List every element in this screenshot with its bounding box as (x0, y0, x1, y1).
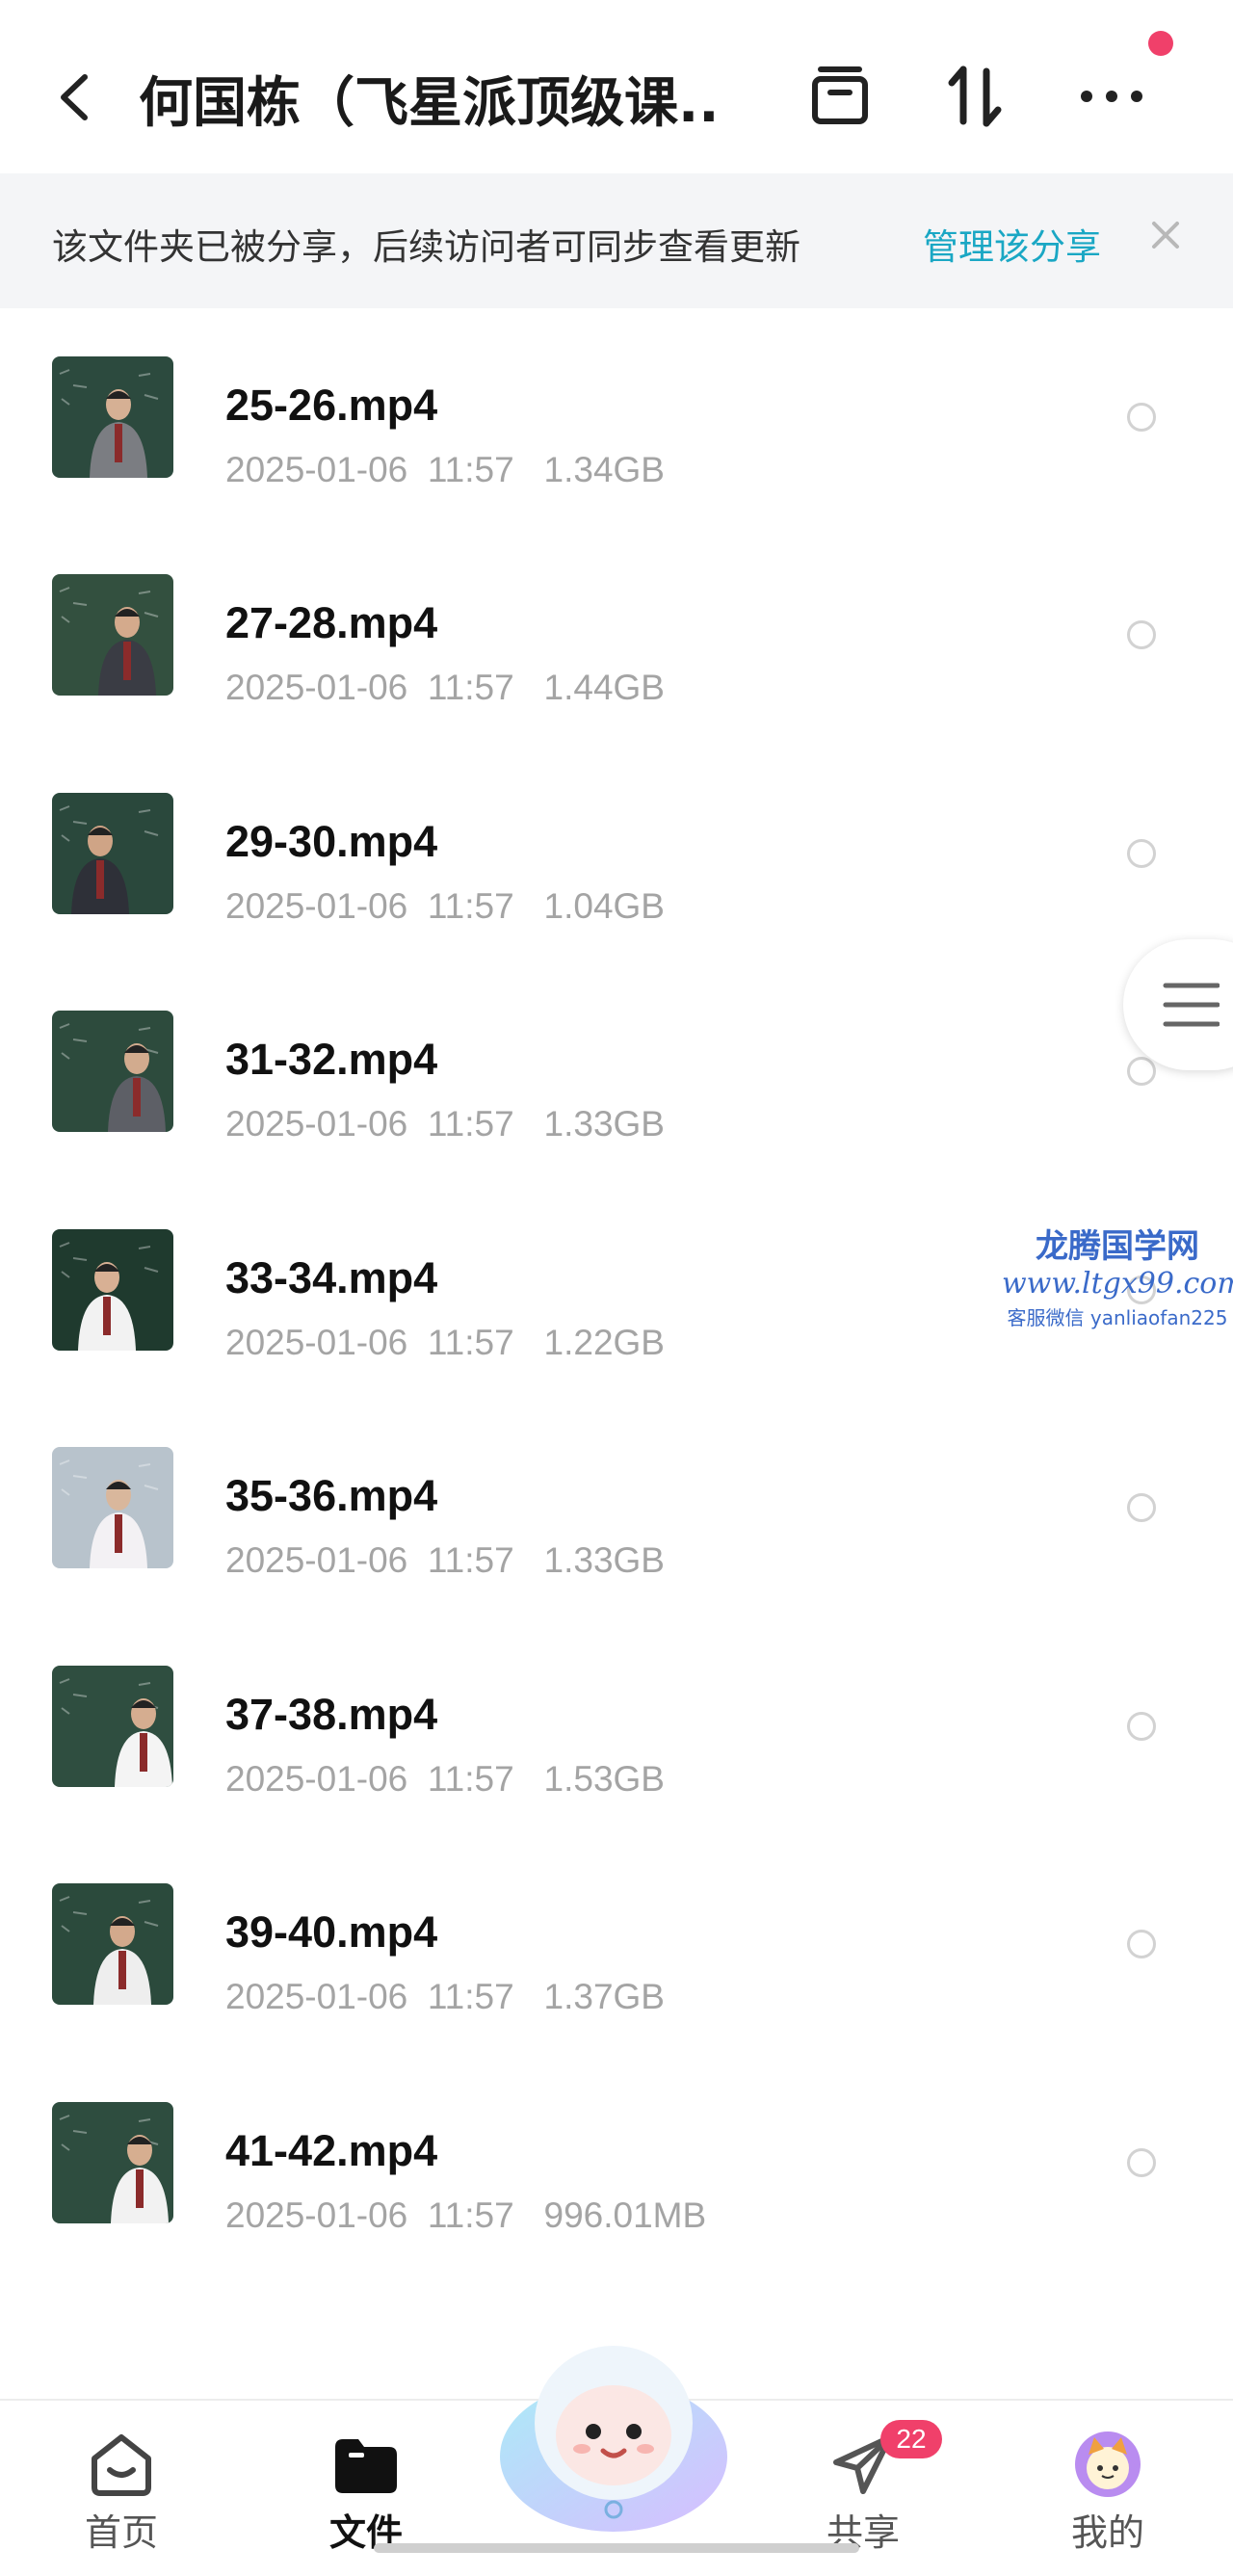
file-row[interactable]: 25-26.mp4 2025-01-06 11:57 1.34GB (0, 296, 1233, 513)
select-radio[interactable] (1127, 1493, 1156, 1522)
folder-icon (331, 2430, 401, 2499)
nav-me[interactable]: 我的 (1011, 2401, 1204, 2576)
file-meta: 2025-01-06 11:57 1.44GB (225, 668, 665, 707)
file-meta: 2025-01-06 11:57 1.53GB (225, 1758, 665, 1799)
file-meta: 2025-01-06 11:57 1.37GB (225, 1977, 665, 2016)
select-radio[interactable] (1127, 620, 1156, 649)
video-thumbnail (52, 355, 173, 478)
share-count-badge: 22 (880, 2420, 942, 2458)
ai-assistant-mascot-button[interactable] (493, 2331, 734, 2538)
file-meta: 2025-01-06 11:57 1.34GB (225, 449, 665, 489)
watermark-url: www.ltgx99.com (1002, 1267, 1233, 1301)
file-meta: 2025-01-06 11:57 1.33GB (225, 1104, 665, 1143)
file-name: 31-32.mp4 (225, 1035, 438, 1084)
select-radio[interactable] (1127, 1711, 1156, 1741)
file-name: 29-30.mp4 (225, 816, 438, 866)
file-name: 39-40.mp4 (225, 1907, 438, 1957)
file-row[interactable]: 35-36.mp4 2025-01-06 11:57 1.33GB (0, 1386, 1233, 1604)
video-thumbnail (52, 1883, 173, 2005)
video-thumbnail (52, 1011, 173, 1132)
file-meta: 2025-01-06 11:57 1.33GB (225, 1540, 665, 1580)
file-name: 37-38.mp4 (225, 1689, 438, 1739)
select-radio[interactable] (1127, 402, 1156, 432)
select-radio[interactable] (1127, 1930, 1156, 1958)
sort-icon[interactable] (940, 62, 1010, 131)
nav-home-label: 首页 (84, 2511, 158, 2554)
select-radio[interactable] (1127, 2147, 1156, 2177)
video-thumbnail (52, 1447, 173, 1568)
video-thumbnail (52, 792, 173, 914)
file-row[interactable]: 39-40.mp4 2025-01-06 11:57 1.37GB (0, 1823, 1233, 2040)
file-row[interactable]: 27-28.mp4 2025-01-06 11:57 1.44GB (0, 513, 1233, 731)
file-name: 33-34.mp4 (225, 1252, 438, 1302)
watermark-contact: 客服微信 yanliaofan225 (1007, 1306, 1228, 1329)
more-icon[interactable] (1077, 62, 1146, 131)
home-icon (87, 2430, 156, 2499)
watermark-title: 龙腾国学网 (1036, 1227, 1199, 1266)
home-indicator (374, 2543, 859, 2553)
file-name: 41-42.mp4 (225, 2125, 438, 2175)
avatar-icon (1073, 2430, 1142, 2499)
manage-share-link[interactable]: 管理该分享 (923, 218, 1101, 270)
file-meta: 2025-01-06 11:57 996.01MB (225, 2195, 707, 2235)
file-row[interactable]: 29-30.mp4 2025-01-06 11:57 1.04GB (0, 732, 1233, 950)
file-name: 25-26.mp4 (225, 380, 438, 430)
video-thumbnail (52, 1665, 173, 1787)
file-row[interactable]: 41-42.mp4 2025-01-06 11:57 996.01MB (0, 2041, 1233, 2259)
file-name: 27-28.mp4 (225, 598, 438, 647)
select-radio[interactable] (1127, 838, 1156, 868)
file-list[interactable]: 2025-01-06 11:57 1.26GB25-26.mp42025-01-… (0, 0, 1233, 2399)
video-thumbnail (52, 574, 173, 696)
menu-icon (1163, 983, 1220, 1027)
share-banner: 该文件夹已被分享，后续访问者可同步查看更新 管理该分享 (0, 173, 1233, 308)
top-bar: 何国栋（飞星派顶级课... (0, 0, 1233, 173)
close-icon[interactable] (1146, 216, 1185, 254)
folder-archive-icon[interactable] (805, 62, 875, 131)
video-thumbnail (52, 2101, 173, 2223)
file-row[interactable]: 31-32.mp4 2025-01-06 11:57 1.33GB (0, 950, 1233, 1168)
file-row[interactable]: 37-38.mp4 2025-01-06 11:57 1.53GB (0, 1605, 1233, 1823)
share-banner-text: 该文件夹已被分享，后续访问者可同步查看更新 (52, 226, 800, 268)
notification-dot (1148, 31, 1173, 56)
file-name: 35-36.mp4 (225, 1471, 438, 1520)
select-radio[interactable] (1127, 1057, 1156, 1086)
watermark: 龙腾国学网 www.ltgx99.com 客服微信 yanliaofan225 (1002, 1220, 1233, 1330)
file-meta: 2025-01-06 11:57 1.22GB (225, 1322, 665, 1362)
nav-me-label: 我的 (1070, 2511, 1144, 2554)
video-thumbnail (52, 1228, 173, 1351)
folder-title: 何国栋（飞星派顶级课... (139, 72, 717, 135)
nav-home[interactable]: 首页 (25, 2401, 218, 2576)
file-meta: 2025-01-06 11:57 1.04GB (225, 885, 665, 926)
back-icon[interactable] (50, 64, 98, 131)
